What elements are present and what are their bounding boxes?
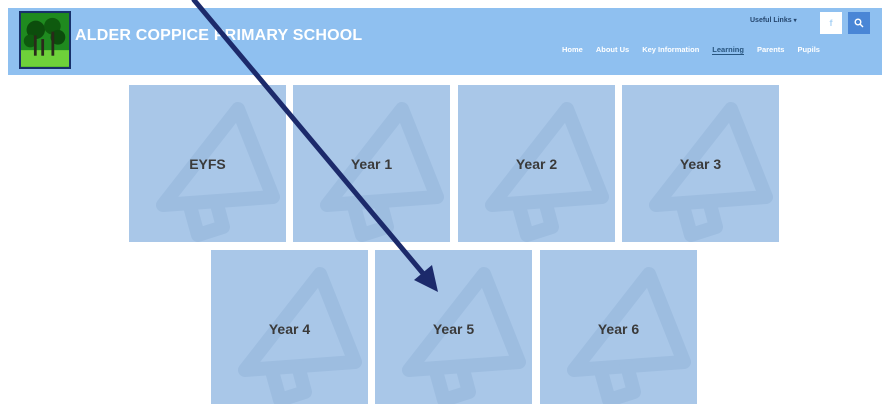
school-name[interactable]: ALDER COPPICE PRIMARY SCHOOL [75,27,362,45]
nav-learning[interactable]: Learning [712,45,744,55]
tile-year-2[interactable]: Year 2 [458,85,615,242]
tile-eyfs[interactable]: EYFS [129,85,286,242]
tile-label: EYFS [189,155,226,172]
nav-key-information[interactable]: Key Information [642,45,699,55]
tile-label: Year 2 [515,155,558,172]
tile-label: Year 6 [597,320,640,337]
tree-logo-icon [21,13,69,67]
tile-year-1[interactable]: Year 1 [293,85,450,242]
tile-label: Year 1 [350,155,393,172]
search-button[interactable] [848,12,870,34]
chevron-down-icon: ▾ [793,18,797,24]
nav-about-us[interactable]: About Us [596,45,629,55]
site-header: ALDER COPPICE PRIMARY SCHOOL Useful Link… [8,8,882,75]
nav-pupils[interactable]: Pupils [797,45,820,55]
tile-label: Year 4 [268,320,311,337]
search-icon [854,18,864,28]
useful-links-dropdown[interactable]: Useful Links ▾ [750,17,797,24]
nav-home[interactable]: Home [562,45,583,55]
tile-year-3[interactable]: Year 3 [622,85,779,242]
tile-label: Year 5 [432,320,475,337]
main-nav: Home About Us Key Information Learning P… [562,45,820,55]
tile-year-5[interactable]: Year 5 [375,250,532,404]
useful-links-label: Useful Links [750,17,792,24]
facebook-button[interactable]: f [820,12,842,34]
nav-parents[interactable]: Parents [757,45,785,55]
facebook-icon: f [829,18,833,28]
school-logo[interactable] [19,11,71,69]
tile-year-6[interactable]: Year 6 [540,250,697,404]
tile-year-4[interactable]: Year 4 [211,250,368,404]
tile-label: Year 3 [679,155,722,172]
